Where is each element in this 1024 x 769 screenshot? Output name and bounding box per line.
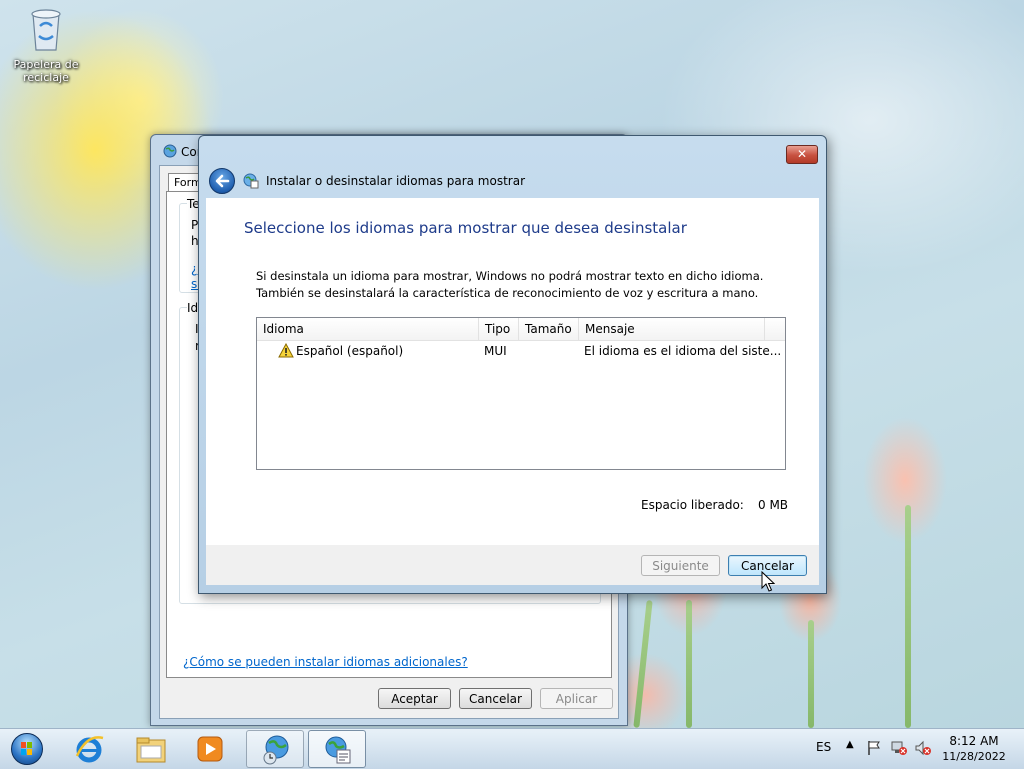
dialog-content: Seleccione los idiomas para mostrar que … xyxy=(206,198,819,545)
close-icon: ✕ xyxy=(796,147,808,161)
clock-date[interactable]: 11/28/2022 xyxy=(940,750,1008,763)
cell-mensaje: El idioma es el idioma del siste... xyxy=(584,344,782,358)
language-list[interactable]: Idioma Tipo Tamaño Mensaje Español (espa… xyxy=(256,317,786,470)
region-language-icon xyxy=(261,734,291,769)
region-globe-icon xyxy=(163,144,177,161)
next-button[interactable]: Siguiente xyxy=(641,555,720,576)
apply-button[interactable]: Aplicar xyxy=(540,688,613,709)
taskbar-language-installer[interactable] xyxy=(308,730,366,768)
taskbar-region-language[interactable] xyxy=(246,730,304,768)
dialog-footer: Siguiente Cancelar xyxy=(206,545,819,585)
dialog-nav-title: Instalar o desinstalar idiomas para most… xyxy=(266,174,526,188)
install-languages-help-link[interactable]: ¿Cómo se pueden instalar idiomas adicion… xyxy=(183,655,468,669)
input-language-indicator[interactable]: ES xyxy=(816,740,831,754)
language-installer-icon xyxy=(323,735,353,768)
warning-icon xyxy=(278,342,294,361)
media-player-icon xyxy=(196,735,224,766)
taskbar-internet-explorer[interactable] xyxy=(60,730,118,768)
recycle-bin-label: Papelera de reciclaje xyxy=(13,58,79,84)
recycle-bin-icon xyxy=(27,6,65,52)
instructions-text: Si desinstala un idioma para mostrar, Wi… xyxy=(256,269,764,300)
internet-explorer-icon xyxy=(74,734,104,767)
start-button[interactable] xyxy=(2,730,50,768)
back-cancel-button[interactable]: Cancelar xyxy=(459,688,532,709)
space-freed-value: 0 MB xyxy=(758,498,789,512)
taskbar-media-player[interactable] xyxy=(182,730,240,768)
network-icon[interactable] xyxy=(890,740,908,759)
recycle-bin-desktop-icon[interactable]: Papelera de reciclaje xyxy=(8,6,84,84)
back-button[interactable] xyxy=(209,168,235,194)
wallpaper-stem xyxy=(905,505,911,728)
cell-idioma: Español (español) xyxy=(296,344,404,358)
mouse-cursor-icon xyxy=(761,570,776,596)
volume-muted-icon[interactable] xyxy=(914,740,932,759)
cell-tipo: MUI xyxy=(484,344,507,358)
action-center-flag-icon[interactable] xyxy=(866,740,882,759)
uninstall-display-languages-dialog: ✕ Instalar o desinstalar idiomas para mo… xyxy=(198,135,827,594)
language-globe-icon xyxy=(243,173,259,192)
wallpaper-stem xyxy=(808,620,814,728)
back-arrow-icon xyxy=(215,174,230,188)
windows-logo-icon xyxy=(11,733,43,765)
clock-time[interactable]: 8:12 AM xyxy=(944,734,1004,748)
taskbar: ES ▲ 8:12 AM 11/28/2022 xyxy=(0,728,1024,769)
table-row[interactable]: Español (español) MUI El idioma es el id… xyxy=(257,318,785,364)
wallpaper-stem xyxy=(633,600,653,728)
ok-button[interactable]: Aceptar xyxy=(378,688,451,709)
space-freed-label: Espacio liberado: xyxy=(641,498,744,512)
wallpaper-stem xyxy=(686,600,692,728)
page-title: Seleccione los idiomas para mostrar que … xyxy=(244,219,687,237)
show-hidden-icons-icon[interactable]: ▲ xyxy=(846,739,854,750)
windows-explorer-icon xyxy=(135,736,167,767)
taskbar-windows-explorer[interactable] xyxy=(122,730,180,768)
close-button[interactable]: ✕ xyxy=(786,145,818,164)
